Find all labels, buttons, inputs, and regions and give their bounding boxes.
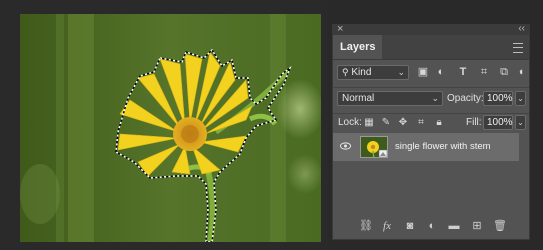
folder-icon[interactable]: ▬ bbox=[447, 219, 461, 233]
fill-label: Fill: bbox=[466, 117, 482, 128]
mask-icon[interactable]: ◙ bbox=[403, 219, 417, 233]
fx-icon[interactable]: fx bbox=[380, 219, 394, 233]
panel-menu-icon[interactable] bbox=[513, 43, 523, 53]
layer-name[interactable]: single flower with stem bbox=[395, 133, 491, 161]
lock-artboard-icon[interactable]: ⌗ bbox=[415, 115, 427, 130]
collapse-panel-icon[interactable]: ‹‹ bbox=[518, 22, 525, 36]
visibility-eye-icon[interactable] bbox=[340, 142, 351, 150]
search-icon: ⚲ bbox=[342, 67, 349, 77]
lock-image-pixels-icon[interactable]: ✎ bbox=[380, 115, 392, 130]
adjustment-icon[interactable]: ◐ bbox=[425, 219, 439, 233]
trash-icon[interactable]: 🗑︎ bbox=[493, 219, 507, 233]
filter-kind-label: Kind bbox=[351, 67, 372, 78]
type-filter-icon[interactable]: T bbox=[457, 65, 469, 79]
divider bbox=[333, 113, 529, 114]
opacity-field[interactable]: 100% bbox=[483, 91, 513, 106]
opacity-label: Opacity: bbox=[447, 93, 484, 104]
filter-toggle-icon[interactable]: ◖ bbox=[515, 65, 527, 79]
panel-header-bar: × ‹‹ bbox=[333, 22, 529, 36]
layer-row[interactable]: single flower with stem bbox=[333, 133, 519, 161]
opacity-dropdown-chevron[interactable]: ⌄ bbox=[515, 91, 526, 106]
image-canvas[interactable] bbox=[20, 14, 321, 242]
lock-transparent-pixels-icon[interactable]: ▦ bbox=[363, 115, 375, 130]
fill-field[interactable]: 100% bbox=[483, 115, 513, 130]
lock-position-icon[interactable]: ✥ bbox=[397, 115, 409, 130]
link-layers-icon[interactable]: ⛓︎ bbox=[359, 219, 373, 233]
blend-row: Normal ⌄ Opacity: 100% ⌄ bbox=[333, 91, 529, 107]
smart-object-filter-icon[interactable]: ⧉ bbox=[498, 65, 510, 79]
image-filter-icon[interactable]: ▣ bbox=[417, 65, 429, 79]
lock-all-icon[interactable]: 🔒︎ bbox=[433, 115, 445, 130]
blend-mode-value: Normal bbox=[342, 93, 375, 104]
layers-bottom-toolbar: ⛓︎ fx ◙ ◐ ▬ ⊞ 🗑︎ bbox=[333, 215, 529, 239]
flower-photo bbox=[20, 14, 321, 242]
lock-row: Lock: ▦ ✎ ✥ ⌗ 🔒︎ Fill: 100% ⌄ bbox=[333, 115, 529, 131]
chevron-down-icon: ⌄ bbox=[431, 93, 439, 103]
lock-label: Lock: bbox=[338, 117, 362, 128]
new-layer-icon[interactable]: ⊞ bbox=[470, 219, 484, 233]
tab-layers[interactable]: Layers bbox=[333, 35, 383, 59]
shape-filter-icon[interactable]: ⌗ bbox=[478, 65, 490, 79]
filter-kind-dropdown[interactable]: ⚲ Kind ⌄ bbox=[337, 65, 409, 80]
filter-row: ⚲ Kind ⌄ ▣ ◐ T ⌗ ⧉ ◖ bbox=[333, 65, 529, 81]
layer-thumbnail bbox=[360, 136, 388, 158]
divider bbox=[333, 87, 529, 88]
fill-dropdown-chevron[interactable]: ⌄ bbox=[515, 115, 526, 130]
close-icon[interactable]: × bbox=[337, 22, 343, 36]
adjustment-filter-icon[interactable]: ◐ bbox=[435, 65, 447, 79]
layers-panel: × ‹‹ Layers ⚲ Kind ⌄ ▣ ◐ T ⌗ ⧉ ◖ Normal … bbox=[332, 22, 530, 240]
panel-tab-row: Layers bbox=[333, 35, 529, 60]
blend-mode-dropdown[interactable]: Normal ⌄ bbox=[337, 91, 443, 106]
chevron-down-icon: ⌄ bbox=[397, 67, 405, 77]
document-area bbox=[0, 0, 328, 250]
